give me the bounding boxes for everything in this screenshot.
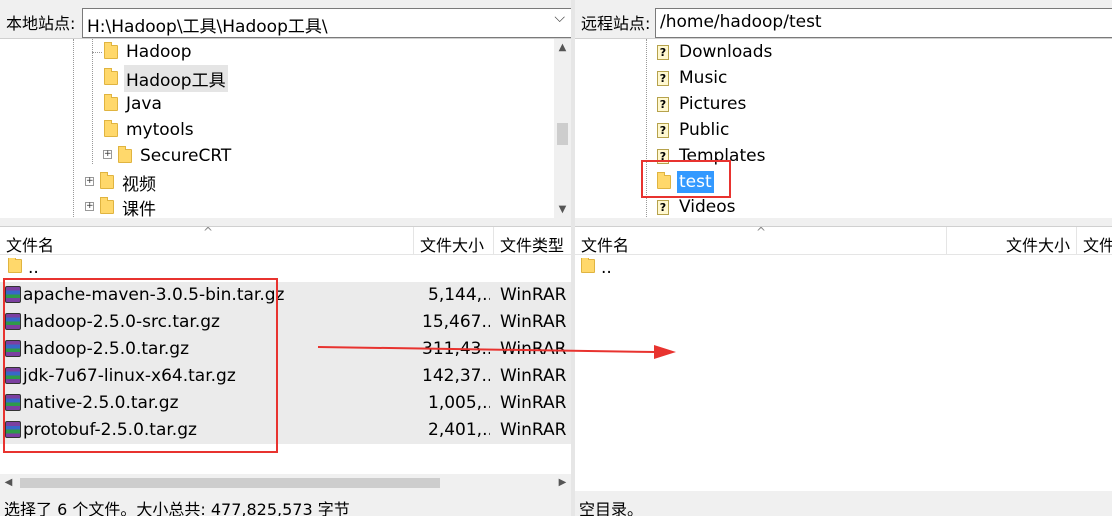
file-size: 142,37...: [422, 366, 490, 386]
unknown-folder-icon: ?: [657, 70, 669, 86]
file-size: 2,401,...: [428, 420, 490, 440]
tree-item-java[interactable]: Java: [104, 91, 164, 117]
file-size: 5,144,...: [428, 285, 490, 305]
scroll-up-icon[interactable]: ▲: [554, 39, 571, 56]
remote-site-path-input[interactable]: /home/hadoop/test: [655, 8, 1112, 38]
scroll-thumb[interactable]: [20, 478, 440, 488]
file-size: 1,005,...: [428, 393, 490, 413]
file-size: 15,467...: [422, 312, 490, 332]
file-row[interactable]: apache-maven-3.0.5-bin.tar.gz 5,144,... …: [0, 282, 571, 309]
unknown-folder-icon: ?: [657, 122, 669, 138]
tree-item-securecrt[interactable]: SecureCRT: [118, 143, 233, 169]
local-pane: 本地站点: H:\Hadoop\工具\Hadoop工具\ ⌵ Hadoop Ha…: [0, 0, 572, 516]
column-header-name[interactable]: 文件名: [575, 227, 947, 255]
local-status-bar: 选择了 6 个文件。大小总共: 477,825,573 字节: [4, 500, 350, 516]
remote-status-bar: 空目录。: [579, 500, 644, 516]
unknown-folder-icon: ?: [657, 148, 669, 164]
file-type: WinRAR: [500, 312, 567, 332]
file-type: WinRAR: [500, 285, 567, 305]
folder-icon: [104, 42, 118, 59]
scroll-left-icon[interactable]: ◀: [0, 474, 17, 491]
column-header-name[interactable]: 文件名: [0, 227, 414, 255]
remote-list-header: ^ 文件名 文件大小 文件: [575, 227, 1112, 255]
folder-icon: [104, 68, 118, 85]
file-row[interactable]: native-2.5.0.tar.gz 1,005,... WinRAR: [0, 390, 571, 417]
tree-item-videos[interactable]: 视频: [100, 169, 158, 195]
expand-icon[interactable]: +: [85, 177, 94, 186]
parent-directory-row[interactable]: ..: [575, 255, 1112, 282]
remote-pane: 远程站点: /home/hadoop/test ? Downloads ? Mu…: [575, 0, 1112, 516]
remote-file-list[interactable]: ^ 文件名 文件大小 文件 ..: [575, 226, 1112, 491]
unknown-folder-icon: ?: [657, 96, 669, 112]
remote-site-bar: 远程站点: /home/hadoop/test: [575, 4, 1112, 38]
local-file-list[interactable]: ^ 文件名 文件大小 文件类型 .. apache-maven-3.0.5-bi…: [0, 226, 571, 491]
local-directory-tree[interactable]: Hadoop Hadoop工具 Java mytools + SecureCRT…: [0, 38, 571, 218]
scroll-right-icon[interactable]: ▶: [554, 474, 571, 491]
chevron-down-icon[interactable]: ⌵: [554, 10, 565, 26]
winrar-archive-icon: [5, 421, 21, 438]
tree-item-test[interactable]: test: [657, 169, 714, 195]
local-list-hscrollbar[interactable]: ◀ ▶: [0, 474, 571, 491]
folder-icon: [104, 94, 118, 111]
winrar-archive-icon: [5, 286, 21, 303]
folder-icon: [100, 197, 114, 214]
file-type: WinRAR: [500, 366, 567, 386]
folder-icon: [581, 258, 595, 273]
tree-item-music[interactable]: ? Music: [657, 65, 729, 91]
folder-icon: [118, 146, 132, 163]
tree-item-templates[interactable]: ? Templates: [657, 143, 767, 169]
file-name: apache-maven-3.0.5-bin.tar.gz: [23, 285, 285, 305]
file-name: hadoop-2.5.0.tar.gz: [23, 339, 189, 359]
file-row[interactable]: hadoop-2.5.0.tar.gz 311,43... WinRAR: [0, 336, 571, 363]
file-name: hadoop-2.5.0-src.tar.gz: [23, 312, 220, 332]
file-name: native-2.5.0.tar.gz: [23, 393, 179, 413]
parent-directory-row[interactable]: ..: [0, 255, 571, 282]
file-name: jdk-7u67-linux-x64.tar.gz: [23, 366, 236, 386]
remote-directory-tree[interactable]: ? Downloads ? Music ? Pictures ? Public …: [575, 38, 1112, 218]
tree-item-courseware[interactable]: 课件: [100, 194, 158, 218]
winrar-archive-icon: [5, 340, 21, 357]
folder-icon: [657, 172, 671, 189]
tree-item-downloads[interactable]: ? Downloads: [657, 39, 774, 65]
unknown-folder-icon: ?: [657, 199, 669, 215]
tree-item-pictures[interactable]: ? Pictures: [657, 91, 748, 117]
tree-item-hadoop[interactable]: Hadoop: [92, 39, 194, 65]
local-site-path-input[interactable]: H:\Hadoop\工具\Hadoop工具\: [82, 8, 572, 38]
file-type: WinRAR: [500, 420, 567, 440]
unknown-folder-icon: ?: [657, 44, 669, 60]
file-row[interactable]: jdk-7u67-linux-x64.tar.gz 142,37... WinR…: [0, 363, 571, 390]
winrar-archive-icon: [5, 367, 21, 384]
folder-icon: [104, 120, 118, 137]
remote-site-label: 远程站点:: [581, 14, 651, 33]
expand-icon[interactable]: +: [85, 202, 94, 211]
tree-item-hadoop-tools[interactable]: Hadoop工具: [104, 64, 228, 92]
folder-icon: [8, 258, 22, 273]
file-type: WinRAR: [500, 393, 567, 413]
winrar-archive-icon: [5, 394, 21, 411]
scroll-thumb[interactable]: [557, 123, 568, 145]
column-header-size[interactable]: 文件大小: [414, 227, 494, 255]
tree-item-mytools[interactable]: mytools: [104, 117, 196, 143]
file-name: protobuf-2.5.0.tar.gz: [23, 420, 197, 440]
local-list-header: ^ 文件名 文件大小 文件类型: [0, 227, 571, 255]
local-site-bar: 本地站点: H:\Hadoop\工具\Hadoop工具\ ⌵: [0, 4, 572, 38]
file-row[interactable]: hadoop-2.5.0-src.tar.gz 15,467... WinRAR: [0, 309, 571, 336]
column-header-type[interactable]: 文件类型: [494, 227, 571, 255]
folder-icon: [100, 172, 114, 189]
tree-item-public[interactable]: ? Public: [657, 117, 731, 143]
expand-icon[interactable]: +: [103, 150, 112, 159]
file-row[interactable]: protobuf-2.5.0.tar.gz 2,401,... WinRAR: [0, 417, 571, 444]
local-site-label: 本地站点:: [6, 14, 76, 33]
file-size: 311,43...: [422, 339, 490, 359]
file-type: WinRAR: [500, 339, 567, 359]
local-tree-scrollbar[interactable]: ▲ ▼: [554, 39, 571, 218]
column-header-size[interactable]: 文件大小: [947, 227, 1077, 255]
scroll-down-icon[interactable]: ▼: [554, 201, 571, 218]
winrar-archive-icon: [5, 313, 21, 330]
tree-item-videos[interactable]: ? Videos: [657, 194, 738, 218]
column-header-type[interactable]: 文件: [1077, 227, 1112, 255]
